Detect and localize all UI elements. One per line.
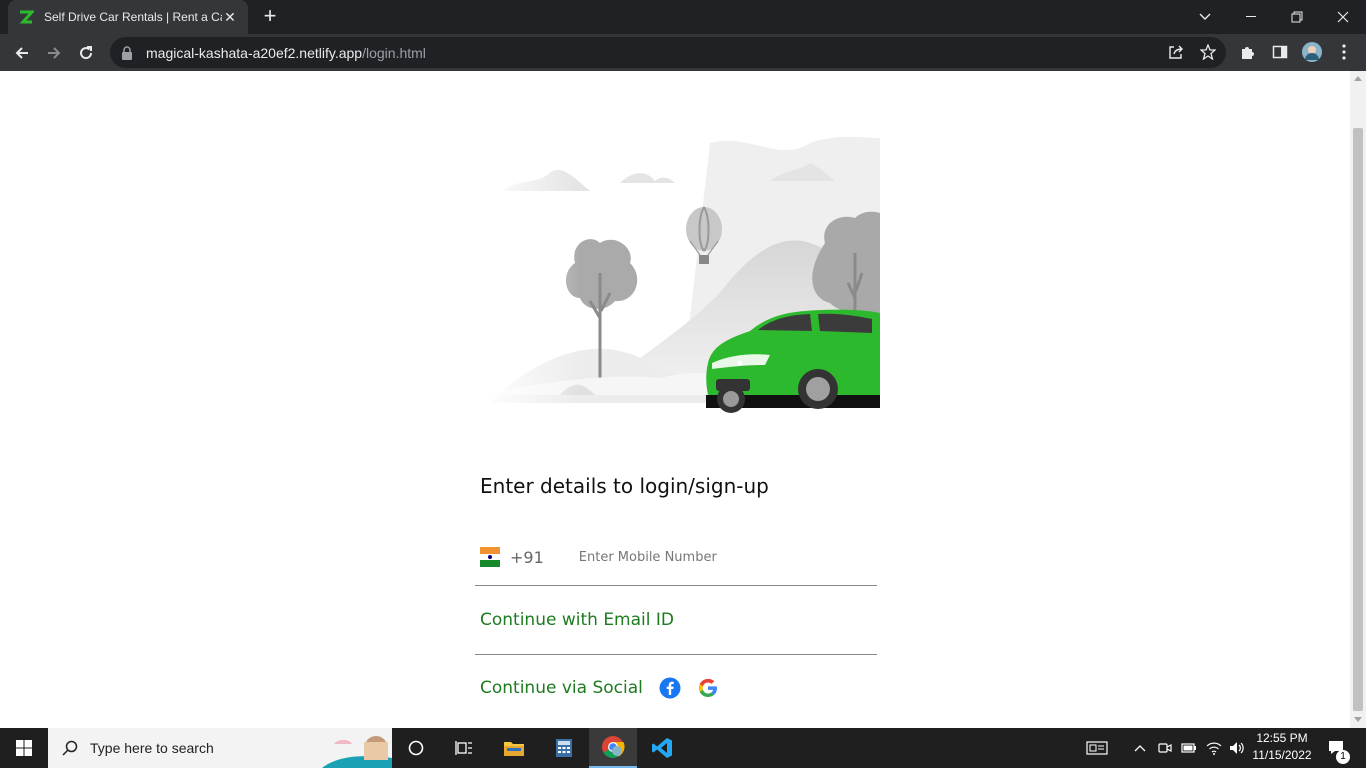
scroll-up-icon[interactable] xyxy=(1354,76,1362,81)
windows-taskbar: Type here to search 12:55 PM 11/15/2022 … xyxy=(0,728,1366,768)
share-icon[interactable] xyxy=(1166,42,1186,62)
minimize-icon[interactable] xyxy=(1228,0,1274,34)
login-page: Enter details to login/sign-up +91 Conti… xyxy=(0,71,1350,728)
close-window-icon[interactable] xyxy=(1320,0,1366,34)
back-icon[interactable] xyxy=(8,39,36,67)
menu-kebab-icon[interactable] xyxy=(1334,42,1354,62)
chrome-taskbar-icon[interactable] xyxy=(589,728,637,768)
social-login-row: Continue via Social xyxy=(480,671,719,705)
chevron-up-icon[interactable] xyxy=(1132,728,1148,768)
volume-icon[interactable] xyxy=(1228,728,1246,768)
zoomcar-logo-icon xyxy=(18,9,34,25)
tab-close-icon[interactable]: ✕ xyxy=(222,9,238,26)
india-flag-icon xyxy=(480,547,500,568)
notification-center-icon[interactable]: 1 xyxy=(1322,728,1352,768)
browser-toolbar: magical-kashata-a20ef2.netlify.app/login… xyxy=(0,34,1366,71)
vscode-icon[interactable] xyxy=(638,728,686,768)
browser-tab-strip: Self Drive Car Rentals | Rent a Car ✕ + xyxy=(0,0,1366,34)
taskbar-clock[interactable]: 12:55 PM 11/15/2022 xyxy=(1248,730,1316,764)
clock-time: 12:55 PM xyxy=(1256,731,1308,745)
country-code[interactable]: +91 xyxy=(510,548,544,567)
facebook-icon[interactable] xyxy=(659,677,681,699)
page-title: Enter details to login/sign-up xyxy=(480,474,769,498)
search-highlight-image xyxy=(322,728,392,768)
extensions-puzzle-icon[interactable] xyxy=(1238,42,1258,62)
news-widget-icon[interactable] xyxy=(1084,728,1110,768)
page-scrollbar[interactable] xyxy=(1350,71,1366,728)
calculator-icon[interactable] xyxy=(540,728,588,768)
tab-search-icon[interactable] xyxy=(1182,0,1228,34)
browser-tab[interactable]: Self Drive Car Rentals | Rent a Car ✕ xyxy=(8,0,248,34)
scroll-down-icon[interactable] xyxy=(1354,717,1362,722)
notification-badge: 1 xyxy=(1336,750,1350,764)
reload-icon[interactable] xyxy=(72,39,100,67)
search-icon xyxy=(62,740,78,756)
taskbar-search-box[interactable]: Type here to search xyxy=(48,728,392,768)
battery-icon[interactable] xyxy=(1180,728,1198,768)
url-path: /login.html xyxy=(362,44,426,61)
address-bar[interactable]: magical-kashata-a20ef2.netlify.app/login… xyxy=(110,37,1226,68)
clock-date: 11/15/2022 xyxy=(1252,748,1312,762)
taskbar-search-placeholder: Type here to search xyxy=(90,740,214,756)
car-illustration xyxy=(480,133,880,415)
file-explorer-icon[interactable] xyxy=(490,728,538,768)
meet-now-icon[interactable] xyxy=(1156,728,1174,768)
url-host: magical-kashata-a20ef2.netlify.app xyxy=(146,44,363,61)
mobile-number-row: +91 xyxy=(475,529,877,586)
google-icon[interactable] xyxy=(697,677,719,699)
forward-icon[interactable] xyxy=(40,39,68,67)
wifi-icon[interactable] xyxy=(1205,728,1223,768)
scrollbar-thumb[interactable] xyxy=(1353,128,1363,711)
cortana-icon[interactable] xyxy=(392,728,440,768)
bookmark-star-icon[interactable] xyxy=(1198,42,1218,62)
profile-avatar[interactable] xyxy=(1302,42,1322,62)
tab-title: Self Drive Car Rentals | Rent a Car xyxy=(44,10,222,24)
continue-with-email-link[interactable]: Continue with Email ID xyxy=(475,586,877,655)
new-tab-button[interactable]: + xyxy=(258,5,282,29)
lock-icon xyxy=(122,45,132,60)
restore-icon[interactable] xyxy=(1274,0,1320,34)
side-panel-icon[interactable] xyxy=(1270,42,1290,62)
mobile-number-input[interactable] xyxy=(578,549,859,565)
continue-with-email-label: Continue with Email ID xyxy=(480,610,674,630)
windows-start-icon[interactable] xyxy=(0,728,48,768)
task-view-icon[interactable] xyxy=(440,728,488,768)
social-login-label: Continue via Social xyxy=(480,678,643,698)
